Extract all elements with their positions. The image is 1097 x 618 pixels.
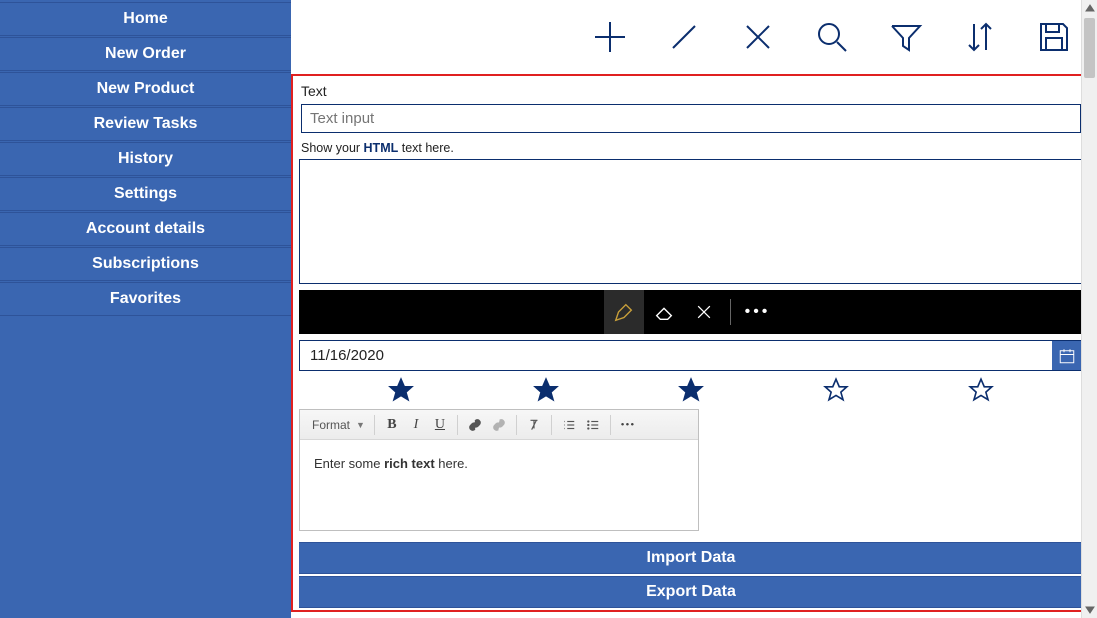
html-hint: Show your HTML text here. — [293, 137, 1089, 157]
calendar-icon[interactable] — [1052, 341, 1082, 370]
sidebar: Home New Order New Product Review Tasks … — [0, 0, 291, 618]
export-data-button[interactable]: Export Data — [299, 576, 1083, 608]
filter-icon[interactable] — [881, 12, 931, 62]
close-icon[interactable] — [733, 12, 783, 62]
date-input[interactable] — [300, 341, 1052, 370]
star-1[interactable] — [388, 377, 414, 403]
unlink-icon[interactable] — [487, 413, 511, 437]
underline-icon[interactable]: U — [428, 413, 452, 437]
star-3[interactable] — [678, 377, 704, 403]
clear-icon[interactable] — [684, 290, 724, 334]
rte-body[interactable]: Enter some rich text here. — [300, 440, 698, 530]
sidebar-item-settings[interactable]: Settings — [0, 177, 291, 211]
signature-toolbar: ••• — [299, 290, 1083, 334]
scroll-up-icon[interactable] — [1082, 0, 1097, 16]
separator — [730, 299, 731, 325]
sidebar-item-history[interactable]: History — [0, 142, 291, 176]
rte-format-dropdown[interactable]: Format — [304, 415, 374, 435]
bottom-buttons: Import Data Export Data — [293, 540, 1089, 610]
sidebar-item-subscriptions[interactable]: Subscriptions — [0, 247, 291, 281]
save-icon[interactable] — [1029, 12, 1079, 62]
edit-icon[interactable] — [659, 12, 709, 62]
eraser-icon[interactable] — [644, 290, 684, 334]
ordered-list-icon[interactable] — [557, 413, 581, 437]
import-data-button[interactable]: Import Data — [299, 542, 1083, 574]
more-icon[interactable]: ••• — [737, 303, 779, 321]
rich-text-editor: Format ▼ B I U ••• — [299, 409, 699, 531]
pen-icon[interactable] — [604, 290, 644, 334]
search-icon[interactable] — [807, 12, 857, 62]
sidebar-item-favorites[interactable]: Favorites — [0, 282, 291, 316]
clear-format-icon[interactable] — [522, 413, 546, 437]
sidebar-item-review-tasks[interactable]: Review Tasks — [0, 107, 291, 141]
rte-toolbar: Format ▼ B I U ••• — [300, 410, 698, 440]
star-5[interactable] — [968, 377, 994, 403]
sidebar-item-account-details[interactable]: Account details — [0, 212, 291, 246]
html-area[interactable] — [299, 159, 1083, 284]
sidebar-item-new-order[interactable]: New Order — [0, 37, 291, 71]
scroll-down-icon[interactable] — [1082, 602, 1097, 618]
toolbar — [291, 0, 1097, 74]
star-4[interactable] — [823, 377, 849, 403]
sidebar-item-new-product[interactable]: New Product — [0, 72, 291, 106]
bold-icon[interactable]: B — [380, 413, 404, 437]
scrollbar[interactable] — [1081, 0, 1097, 618]
star-2[interactable] — [533, 377, 559, 403]
sidebar-item-home[interactable]: Home — [0, 2, 291, 36]
add-icon[interactable] — [585, 12, 635, 62]
sort-icon[interactable] — [955, 12, 1005, 62]
main-area: Text Show your HTML text here. — [291, 0, 1097, 618]
form-area: Text Show your HTML text here. — [291, 74, 1091, 612]
rating — [299, 375, 1083, 405]
date-field — [299, 340, 1083, 371]
rte-more-icon[interactable]: ••• — [616, 413, 640, 437]
bullet-list-icon[interactable] — [581, 413, 605, 437]
text-input[interactable] — [301, 104, 1081, 133]
text-label: Text — [293, 76, 1089, 104]
link-icon[interactable] — [463, 413, 487, 437]
scroll-thumb[interactable] — [1084, 18, 1095, 78]
italic-icon[interactable]: I — [404, 413, 428, 437]
